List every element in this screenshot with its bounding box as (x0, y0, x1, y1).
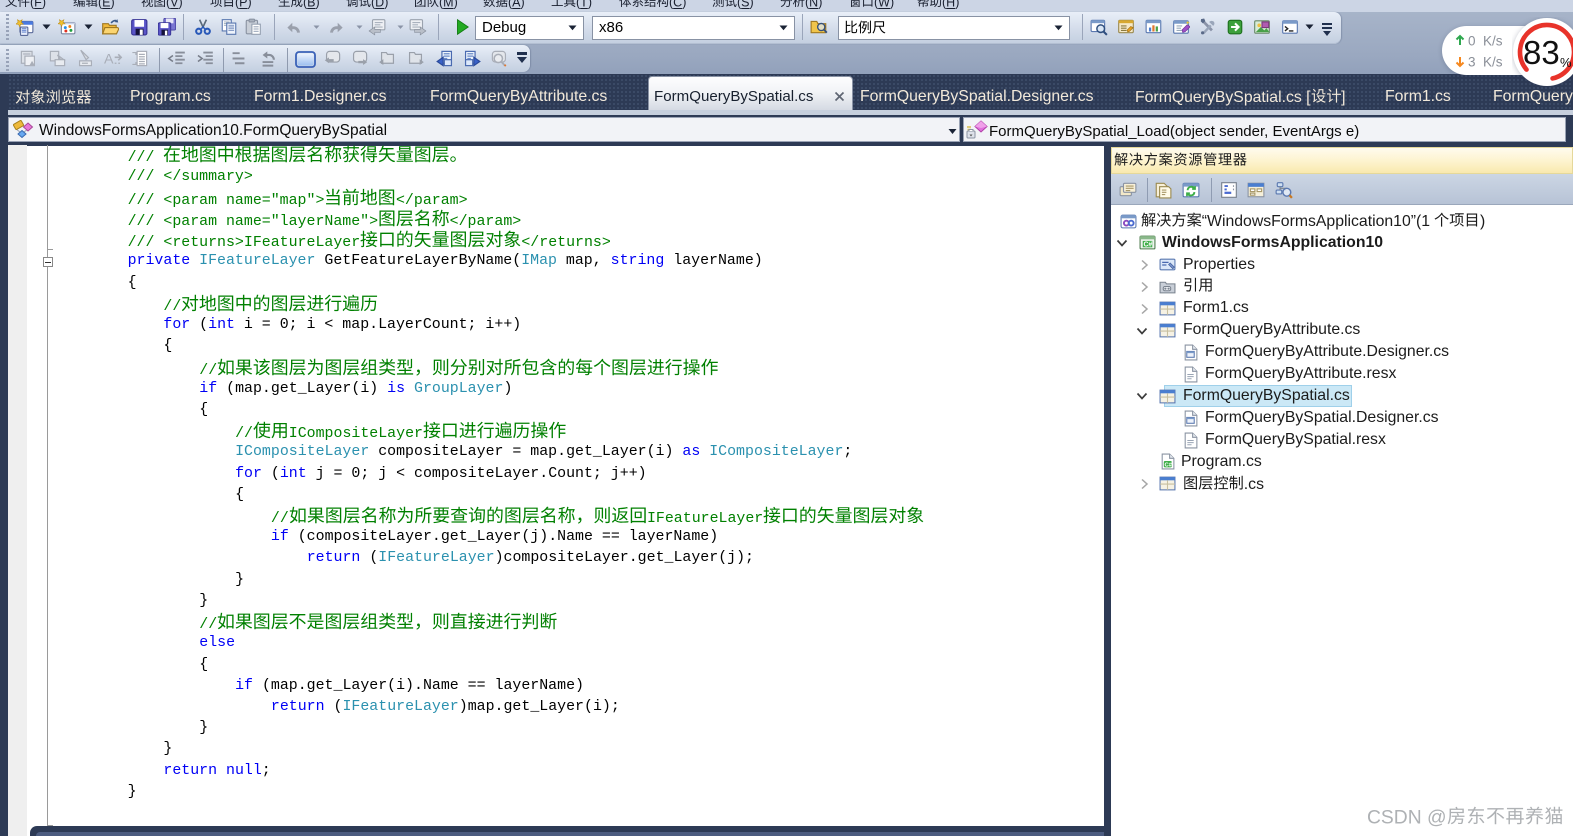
svg-text:%: % (1560, 55, 1572, 70)
svg-text:3 K/s: 3 K/s (1468, 55, 1503, 70)
svg-text:A: A (104, 51, 114, 67)
svg-text:C#: C# (1143, 242, 1152, 249)
svg-text:0 K/s: 0 K/s (1468, 34, 1503, 49)
svg-text:C#: C# (1165, 463, 1173, 469)
svg-text:83: 83 (1523, 34, 1560, 71)
